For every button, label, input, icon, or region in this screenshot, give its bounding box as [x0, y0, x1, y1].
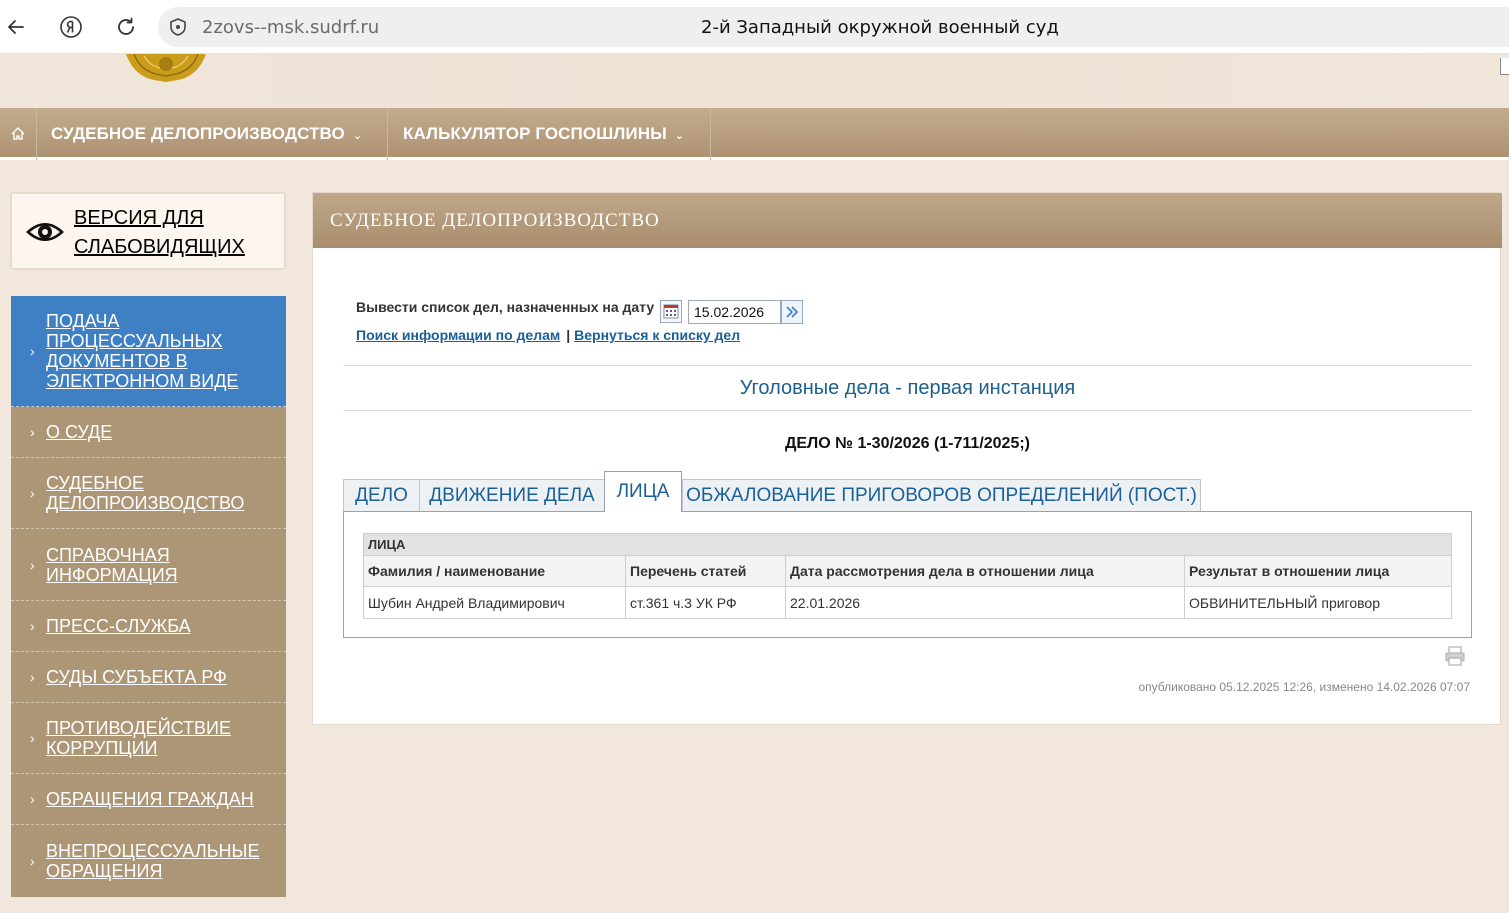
chevron-right-icon: ›	[30, 730, 35, 746]
search-cases-link[interactable]: Поиск информации по делам	[356, 327, 560, 343]
sidebar-item-label: Суды субъекта РФ	[46, 667, 227, 687]
reload-icon[interactable]	[112, 13, 140, 41]
cell-result: ОБВИНИТЕЛЬНЫЙ приговор	[1184, 586, 1452, 619]
tab-case-movement[interactable]: ДВИЖЕНИЕ ДЕЛА	[419, 479, 605, 511]
back-to-list-link[interactable]: Вернуться к списку дел	[574, 327, 740, 343]
panel-header: СУДЕБНОЕ ДЕЛОПРОИЗВОДСТВО	[313, 193, 1502, 248]
link-separator: |	[566, 327, 571, 343]
table-caption: ЛИЦА	[363, 533, 1452, 556]
chevron-right-icon: ›	[30, 556, 35, 573]
cell-review-date: 22.01.2026	[785, 586, 1185, 619]
sidebar-item-regional-courts[interactable]: › Суды субъекта РФ	[11, 652, 286, 703]
table-caption-row: ЛИЦА	[363, 533, 1452, 556]
sidebar-item-press-service[interactable]: › Пресс-служба	[11, 601, 286, 652]
column-header-review-date: Дата рассмотрения дела в отношении лица	[785, 555, 1185, 587]
persons-table: ЛИЦА Фамилия / наименование Перечень ста…	[363, 533, 1452, 619]
column-header-articles: Перечень статей	[625, 555, 786, 587]
persons-tab-content: ЛИЦА Фамилия / наименование Перечень ста…	[343, 511, 1472, 638]
chevron-right-icon: ›	[30, 791, 35, 807]
calendar-icon[interactable]	[660, 300, 682, 323]
arrow-left-icon[interactable]	[2, 13, 30, 41]
accessibility-version-link[interactable]: ВЕРСИЯ ДЛЯ СЛАБОВИДЯЩИХ	[10, 192, 286, 270]
submit-date-button[interactable]	[781, 300, 803, 324]
printer-icon[interactable]	[1444, 645, 1466, 667]
sidebar-item-label: Обращения граждан	[46, 789, 254, 809]
sidebar-item-court-proceedings[interactable]: › Судебное делопроизводство	[11, 458, 286, 529]
sidebar-item-reference-info[interactable]: › Справочная информация	[11, 529, 286, 601]
sidebar-item-about-court[interactable]: › О суде	[11, 407, 286, 458]
nav-item-fee-calculator[interactable]: КАЛЬКУЛЯТОР ГОСПОШЛИНЫ ⌄	[389, 108, 711, 160]
sidebar-item-anti-corruption[interactable]: › Противодействие коррупции	[11, 703, 286, 774]
page-title: 2-й Западный окружной военный суд	[701, 17, 1059, 38]
tab-persons[interactable]: ЛИЦА	[604, 471, 682, 512]
sidebar-menu: › Подача процессуальных документов в эле…	[11, 296, 286, 897]
sidebar-item-label: Внепроцессуальные обращения	[46, 841, 260, 881]
tab-appeals[interactable]: ОБЖАЛОВАНИЕ ПРИГОВОРОВ ОПРЕДЕЛЕНИЙ (ПОСТ…	[682, 479, 1201, 511]
emblem-icon	[126, 54, 206, 82]
column-header-result: Результат в отношении лица	[1184, 555, 1452, 587]
yandex-icon[interactable]	[57, 13, 85, 41]
header-corner	[1500, 58, 1509, 75]
top-navigation: СУДЕБНОЕ ДЕЛОПРОИЗВОДСТВО ⌄ КАЛЬКУЛЯТОР …	[0, 108, 1509, 160]
divider	[343, 365, 1472, 366]
double-chevron-right-icon	[786, 306, 799, 318]
sidebar-item-extraprocedural-appeals[interactable]: › Внепроцессуальные обращения	[11, 825, 286, 897]
cell-articles: ст.361 ч.3 УК РФ	[625, 586, 786, 619]
case-number-title: ДЕЛО № 1-30/2026 (1-711/2025;)	[784, 435, 1031, 452]
sidebar-item-label: О суде	[46, 422, 113, 442]
shield-icon[interactable]	[168, 17, 188, 37]
url-text[interactable]: 2zovs--msk.sudrf.ru	[202, 17, 379, 38]
chevron-right-icon: ›	[30, 669, 35, 685]
divider	[343, 410, 1472, 411]
column-header-name: Фамилия / наименование	[363, 555, 626, 587]
sidebar-item-electronic-filing[interactable]: › Подача процессуальных документов в эле…	[11, 296, 286, 407]
case-category-title: Уголовные дела - первая инстанция	[739, 377, 1076, 399]
accessibility-version-text[interactable]: ВЕРСИЯ ДЛЯ СЛАБОВИДЯЩИХ	[74, 204, 245, 262]
chevron-down-icon: ⌄	[674, 130, 685, 142]
chevron-down-icon: ⌄	[352, 130, 363, 142]
address-bar[interactable]: 2zovs--msk.sudrf.ru 2-й Западный окружно…	[158, 7, 1509, 47]
chevron-right-icon: ›	[30, 853, 35, 869]
sidebar-item-label: Пресс-служба	[46, 616, 191, 636]
date-filter-label: Вывести список дел, назначенных на дату	[356, 299, 655, 315]
sidebar-item-label: Справочная информация	[46, 544, 178, 585]
nav-item-label: СУДЕБНОЕ ДЕЛОПРОИЗВОДСТВО	[51, 124, 345, 143]
panel-links: Поиск информации по делам | Вернуться к сп…	[356, 327, 740, 343]
chevron-right-icon: ›	[30, 424, 35, 440]
accessibility-line-1: ВЕРСИЯ ДЛЯ	[74, 207, 204, 229]
chevron-right-icon: ›	[30, 485, 35, 501]
site-header	[0, 54, 1509, 108]
sidebar-item-label: Судебное делопроизводство	[46, 473, 245, 513]
cell-name: Шубин Андрей Владимирович	[363, 586, 626, 619]
accessibility-line-2: СЛАБОВИДЯЩИХ	[74, 236, 245, 258]
eye-icon	[26, 223, 64, 241]
browser-toolbar: 2zovs--msk.sudrf.ru 2-й Западный окружно…	[0, 0, 1509, 54]
chevron-right-icon: ›	[30, 618, 35, 634]
nav-item-court-proceedings[interactable]: СУДЕБНОЕ ДЕЛОПРОИЗВОДСТВО ⌄	[37, 108, 388, 160]
chevron-right-icon: ›	[30, 343, 35, 359]
sidebar-item-label: Подача процессуальных документов в элект…	[46, 311, 239, 391]
published-info: опубликовано 05.12.2025 12:26, изменено …	[1138, 680, 1470, 694]
tab-case[interactable]: ДЕЛО	[343, 479, 420, 511]
main-panel: СУДЕБНОЕ ДЕЛОПРОИЗВОДСТВО Вывести список…	[312, 192, 1502, 725]
sidebar-item-citizen-appeals[interactable]: › Обращения граждан	[11, 774, 286, 825]
table-header-row: Фамилия / наименование Перечень статей Д…	[363, 555, 1452, 587]
nav-item-label: КАЛЬКУЛЯТОР ГОСПОШЛИНЫ	[403, 124, 667, 143]
date-input[interactable]: 15.02.2026	[688, 300, 781, 324]
table-row: Шубин Андрей Владимирович ст.361 ч.3 УК …	[363, 586, 1452, 619]
sidebar-item-label: Противодействие коррупции	[46, 718, 231, 758]
panel-title: СУДЕБНОЕ ДЕЛОПРОИЗВОДСТВО	[330, 210, 660, 231]
home-icon[interactable]	[0, 108, 37, 160]
